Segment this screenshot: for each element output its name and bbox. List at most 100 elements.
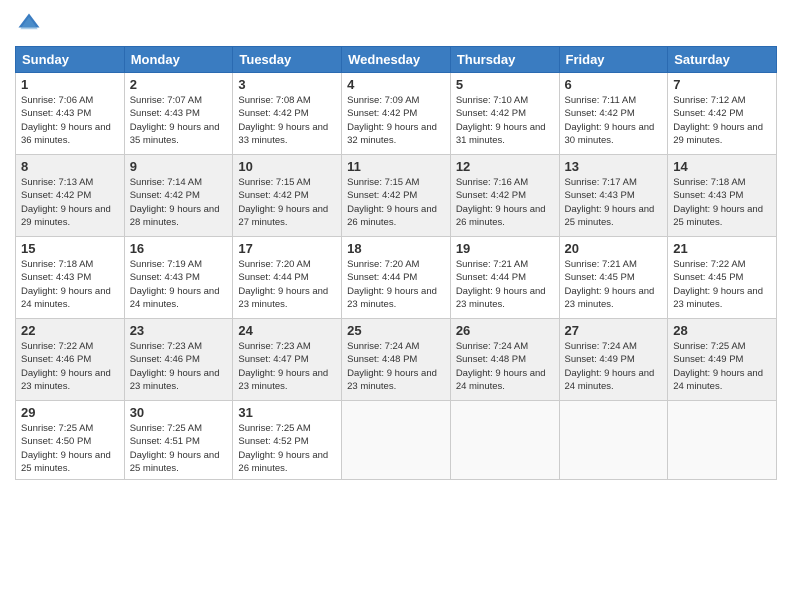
calendar-cell: 25 Sunrise: 7:24 AMSunset: 4:48 PMDaylig… (342, 319, 451, 401)
calendar-cell: 9 Sunrise: 7:14 AMSunset: 4:42 PMDayligh… (124, 155, 233, 237)
day-info: Sunrise: 7:18 AMSunset: 4:43 PMDaylight:… (673, 177, 763, 228)
day-number: 4 (347, 77, 445, 92)
day-number: 17 (238, 241, 336, 256)
day-number: 9 (130, 159, 228, 174)
day-number: 2 (130, 77, 228, 92)
day-info: Sunrise: 7:11 AMSunset: 4:42 PMDaylight:… (565, 95, 655, 146)
day-number: 6 (565, 77, 663, 92)
calendar-week-row: 29 Sunrise: 7:25 AMSunset: 4:50 PMDaylig… (16, 401, 777, 480)
calendar-cell: 22 Sunrise: 7:22 AMSunset: 4:46 PMDaylig… (16, 319, 125, 401)
day-info: Sunrise: 7:06 AMSunset: 4:43 PMDaylight:… (21, 95, 111, 146)
calendar-cell (342, 401, 451, 480)
day-number: 1 (21, 77, 119, 92)
day-number: 18 (347, 241, 445, 256)
calendar-week-row: 1 Sunrise: 7:06 AMSunset: 4:43 PMDayligh… (16, 73, 777, 155)
day-number: 28 (673, 323, 771, 338)
day-number: 30 (130, 405, 228, 420)
day-info: Sunrise: 7:22 AMSunset: 4:45 PMDaylight:… (673, 259, 763, 310)
day-info: Sunrise: 7:24 AMSunset: 4:48 PMDaylight:… (456, 341, 546, 392)
day-info: Sunrise: 7:09 AMSunset: 4:42 PMDaylight:… (347, 95, 437, 146)
day-info: Sunrise: 7:20 AMSunset: 4:44 PMDaylight:… (347, 259, 437, 310)
day-number: 8 (21, 159, 119, 174)
day-number: 27 (565, 323, 663, 338)
calendar-cell: 11 Sunrise: 7:15 AMSunset: 4:42 PMDaylig… (342, 155, 451, 237)
calendar-cell: 14 Sunrise: 7:18 AMSunset: 4:43 PMDaylig… (668, 155, 777, 237)
day-number: 3 (238, 77, 336, 92)
calendar-cell: 23 Sunrise: 7:23 AMSunset: 4:46 PMDaylig… (124, 319, 233, 401)
calendar-week-row: 8 Sunrise: 7:13 AMSunset: 4:42 PMDayligh… (16, 155, 777, 237)
day-number: 12 (456, 159, 554, 174)
col-header-thursday: Thursday (450, 47, 559, 73)
calendar-cell: 13 Sunrise: 7:17 AMSunset: 4:43 PMDaylig… (559, 155, 668, 237)
day-number: 16 (130, 241, 228, 256)
calendar-cell: 6 Sunrise: 7:11 AMSunset: 4:42 PMDayligh… (559, 73, 668, 155)
day-number: 5 (456, 77, 554, 92)
day-info: Sunrise: 7:07 AMSunset: 4:43 PMDaylight:… (130, 95, 220, 146)
day-info: Sunrise: 7:24 AMSunset: 4:48 PMDaylight:… (347, 341, 437, 392)
calendar-page: SundayMondayTuesdayWednesdayThursdayFrid… (0, 0, 792, 612)
col-header-sunday: Sunday (16, 47, 125, 73)
calendar-cell: 3 Sunrise: 7:08 AMSunset: 4:42 PMDayligh… (233, 73, 342, 155)
day-number: 26 (456, 323, 554, 338)
calendar-cell (559, 401, 668, 480)
calendar-cell: 2 Sunrise: 7:07 AMSunset: 4:43 PMDayligh… (124, 73, 233, 155)
calendar-cell (450, 401, 559, 480)
calendar-cell: 17 Sunrise: 7:20 AMSunset: 4:44 PMDaylig… (233, 237, 342, 319)
day-info: Sunrise: 7:17 AMSunset: 4:43 PMDaylight:… (565, 177, 655, 228)
calendar-cell: 10 Sunrise: 7:15 AMSunset: 4:42 PMDaylig… (233, 155, 342, 237)
calendar-cell: 8 Sunrise: 7:13 AMSunset: 4:42 PMDayligh… (16, 155, 125, 237)
calendar-cell (668, 401, 777, 480)
calendar-week-row: 22 Sunrise: 7:22 AMSunset: 4:46 PMDaylig… (16, 319, 777, 401)
calendar-table: SundayMondayTuesdayWednesdayThursdayFrid… (15, 46, 777, 480)
calendar-cell: 26 Sunrise: 7:24 AMSunset: 4:48 PMDaylig… (450, 319, 559, 401)
col-header-tuesday: Tuesday (233, 47, 342, 73)
calendar-cell: 7 Sunrise: 7:12 AMSunset: 4:42 PMDayligh… (668, 73, 777, 155)
day-info: Sunrise: 7:15 AMSunset: 4:42 PMDaylight:… (347, 177, 437, 228)
day-info: Sunrise: 7:16 AMSunset: 4:42 PMDaylight:… (456, 177, 546, 228)
day-number: 24 (238, 323, 336, 338)
day-info: Sunrise: 7:25 AMSunset: 4:50 PMDaylight:… (21, 423, 111, 474)
calendar-cell: 20 Sunrise: 7:21 AMSunset: 4:45 PMDaylig… (559, 237, 668, 319)
day-number: 13 (565, 159, 663, 174)
day-number: 19 (456, 241, 554, 256)
day-info: Sunrise: 7:21 AMSunset: 4:45 PMDaylight:… (565, 259, 655, 310)
day-number: 14 (673, 159, 771, 174)
day-info: Sunrise: 7:14 AMSunset: 4:42 PMDaylight:… (130, 177, 220, 228)
col-header-friday: Friday (559, 47, 668, 73)
day-number: 7 (673, 77, 771, 92)
calendar-cell: 19 Sunrise: 7:21 AMSunset: 4:44 PMDaylig… (450, 237, 559, 319)
day-info: Sunrise: 7:23 AMSunset: 4:46 PMDaylight:… (130, 341, 220, 392)
calendar-cell: 18 Sunrise: 7:20 AMSunset: 4:44 PMDaylig… (342, 237, 451, 319)
col-header-saturday: Saturday (668, 47, 777, 73)
calendar-cell: 12 Sunrise: 7:16 AMSunset: 4:42 PMDaylig… (450, 155, 559, 237)
day-number: 23 (130, 323, 228, 338)
day-info: Sunrise: 7:25 AMSunset: 4:51 PMDaylight:… (130, 423, 220, 474)
calendar-cell: 4 Sunrise: 7:09 AMSunset: 4:42 PMDayligh… (342, 73, 451, 155)
calendar-header-row: SundayMondayTuesdayWednesdayThursdayFrid… (16, 47, 777, 73)
calendar-cell: 27 Sunrise: 7:24 AMSunset: 4:49 PMDaylig… (559, 319, 668, 401)
calendar-cell: 15 Sunrise: 7:18 AMSunset: 4:43 PMDaylig… (16, 237, 125, 319)
col-header-monday: Monday (124, 47, 233, 73)
day-number: 20 (565, 241, 663, 256)
day-number: 22 (21, 323, 119, 338)
day-info: Sunrise: 7:08 AMSunset: 4:42 PMDaylight:… (238, 95, 328, 146)
logo-icon (15, 10, 43, 38)
day-info: Sunrise: 7:25 AMSunset: 4:49 PMDaylight:… (673, 341, 763, 392)
day-info: Sunrise: 7:10 AMSunset: 4:42 PMDaylight:… (456, 95, 546, 146)
day-info: Sunrise: 7:13 AMSunset: 4:42 PMDaylight:… (21, 177, 111, 228)
day-info: Sunrise: 7:23 AMSunset: 4:47 PMDaylight:… (238, 341, 328, 392)
calendar-cell: 24 Sunrise: 7:23 AMSunset: 4:47 PMDaylig… (233, 319, 342, 401)
day-number: 11 (347, 159, 445, 174)
day-info: Sunrise: 7:24 AMSunset: 4:49 PMDaylight:… (565, 341, 655, 392)
calendar-cell: 30 Sunrise: 7:25 AMSunset: 4:51 PMDaylig… (124, 401, 233, 480)
day-number: 25 (347, 323, 445, 338)
day-info: Sunrise: 7:22 AMSunset: 4:46 PMDaylight:… (21, 341, 111, 392)
day-info: Sunrise: 7:20 AMSunset: 4:44 PMDaylight:… (238, 259, 328, 310)
logo (15, 10, 47, 38)
calendar-cell: 21 Sunrise: 7:22 AMSunset: 4:45 PMDaylig… (668, 237, 777, 319)
day-number: 29 (21, 405, 119, 420)
day-info: Sunrise: 7:21 AMSunset: 4:44 PMDaylight:… (456, 259, 546, 310)
calendar-cell: 5 Sunrise: 7:10 AMSunset: 4:42 PMDayligh… (450, 73, 559, 155)
col-header-wednesday: Wednesday (342, 47, 451, 73)
day-info: Sunrise: 7:25 AMSunset: 4:52 PMDaylight:… (238, 423, 328, 474)
